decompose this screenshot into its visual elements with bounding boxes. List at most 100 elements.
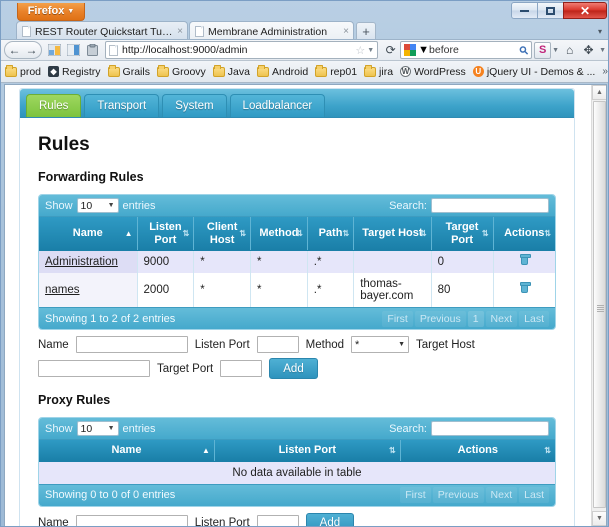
bookmark-label: WordPress [414, 65, 466, 78]
page-previous-button[interactable]: Previous [432, 487, 484, 504]
column-header-actions[interactable]: Actions ⇅ [493, 217, 555, 252]
column-header-target-port[interactable]: Target Port ⇅ [431, 217, 494, 252]
column-header-path[interactable]: Path ⇅ [307, 217, 355, 252]
bookmark-jquery-ui[interactable]: U jQuery UI - Demos & ... [472, 66, 595, 78]
bookmark-wordpress[interactable]: W WordPress [400, 66, 466, 78]
page-last-button[interactable]: Last [519, 310, 549, 327]
scroll-up-icon[interactable]: ▲ [592, 85, 606, 100]
forwarding-page-length-select[interactable]: 10 ▼ [76, 198, 119, 213]
minimize-button[interactable] [511, 2, 538, 19]
forwarding-filter-control: Search: [389, 198, 549, 213]
bookmark-grails[interactable]: Grails [107, 64, 150, 78]
tab-system[interactable]: System [162, 94, 227, 117]
forwarding-rules-heading: Forwarding Rules [38, 170, 144, 184]
column-header-actions[interactable]: Actions ⇅ [400, 440, 555, 462]
firebug-icon[interactable] [45, 41, 64, 60]
bookmark-groovy[interactable]: Groovy [156, 64, 206, 78]
close-button[interactable]: ✕ [563, 2, 607, 19]
bookmarks-overflow-icon[interactable]: » [602, 66, 608, 77]
bookmark-label: Groovy [171, 65, 206, 78]
page-first-button[interactable]: First [382, 310, 413, 327]
proxy-search-input[interactable] [431, 421, 549, 437]
cell-target-host: thomas-bayer.com [353, 273, 432, 308]
stumbleupon-icon[interactable]: S [534, 41, 552, 59]
table-row[interactable]: Administration 9000 * * .* 0 [39, 250, 555, 274]
bookmark-rep01[interactable]: rep01 [315, 64, 357, 78]
forwarding-listen-port-input[interactable] [256, 336, 299, 354]
tab-rules[interactable]: Rules [26, 94, 82, 117]
forwarding-pagination: First Previous 1 Next Last [380, 310, 549, 327]
chevron-down-icon[interactable]: ▼ [599, 47, 606, 54]
column-header-listen-port[interactable]: Listen Port ⇅ [137, 217, 195, 252]
page-previous-button[interactable]: Previous [414, 310, 466, 327]
back-icon[interactable]: ← [6, 43, 23, 57]
cell-method: * [250, 250, 308, 274]
forwarding-table-body: Administration 9000 * * .* 0 names 2000 … [39, 250, 555, 308]
tab-close-icon[interactable]: × [343, 26, 349, 37]
column-header-listen-port[interactable]: Listen Port ⇅ [214, 440, 401, 462]
home-icon[interactable]: ⌂ [560, 41, 579, 60]
chevron-down-icon[interactable]: ▼ [367, 47, 374, 54]
scrollbar-thumb[interactable] [593, 101, 606, 508]
delete-icon[interactable] [519, 282, 531, 294]
bookmark-android[interactable]: Android [256, 64, 308, 78]
page-favicon-icon [195, 26, 204, 37]
column-header-target-host[interactable]: Target Host ⇅ [353, 217, 432, 252]
proxy-pagination: First Previous Next Last [398, 487, 549, 504]
bookmark-prod[interactable]: prod [5, 64, 41, 78]
proxy-add-button[interactable]: Add [305, 512, 355, 526]
forward-icon[interactable]: → [23, 43, 40, 57]
forwarding-search-input[interactable] [431, 198, 549, 213]
page-number-button[interactable]: 1 [467, 310, 484, 327]
search-bar[interactable]: ▼ before ⚲ [400, 41, 533, 59]
bookmark-registry[interactable]: ◆ Registry [48, 66, 101, 78]
proxy-listen-port-input[interactable] [256, 514, 299, 526]
forwarding-method-select[interactable]: * ▼ [351, 336, 410, 354]
plugin-icon[interactable]: ✥ [579, 41, 598, 60]
bookmark-star-icon[interactable]: ☆ [355, 44, 365, 57]
scroll-down-icon[interactable]: ▼ [592, 511, 606, 526]
column-header-method[interactable]: Method ⇅ [250, 217, 308, 252]
delete-icon[interactable] [519, 254, 531, 266]
page-next-button[interactable]: Next [485, 487, 518, 504]
page-scrollbar[interactable]: ▲ ▼ [591, 85, 606, 526]
url-bar[interactable]: http://localhost:9000/admin ☆ ▼ [105, 41, 379, 59]
bookmark-java[interactable]: Java [212, 64, 250, 78]
chevron-down-icon[interactable]: ▼ [418, 44, 429, 56]
folder-icon [107, 64, 120, 77]
proxy-name-input[interactable] [75, 514, 188, 526]
maximize-button[interactable] [537, 2, 564, 19]
forwarding-method-label: Method [305, 338, 345, 351]
forwarding-name-input[interactable] [75, 336, 188, 354]
proxy-table-body: No data available in table [39, 461, 555, 484]
column-header-name[interactable]: Name ▲ [39, 440, 215, 462]
browser-tab-membrane-administration[interactable]: Membrane Administration × [189, 21, 354, 41]
rule-link-administration[interactable]: Administration [45, 256, 118, 268]
forwarding-add-button[interactable]: Add [269, 358, 318, 380]
panel-toggle-icon[interactable] [64, 41, 83, 60]
page-next-button[interactable]: Next [485, 310, 518, 327]
proxy-page-length-select[interactable]: 10 ▼ [76, 421, 119, 437]
table-row-empty: No data available in table [39, 461, 555, 484]
browser-tab-rest-router-quickstart-tutorial[interactable]: REST Router Quickstart Tutorial × [16, 21, 188, 41]
page-last-button[interactable]: Last [519, 487, 549, 504]
reload-button[interactable]: ⟳ [381, 41, 400, 60]
proxy-filter-control: Search: [389, 421, 549, 437]
proxy-rules-table: Name ▲ Listen Port ⇅ Actions ⇅ No data a… [39, 440, 555, 484]
clipboard-icon[interactable] [83, 41, 102, 60]
tab-loadbalancer[interactable]: Loadbalancer [229, 94, 326, 117]
tab-transport[interactable]: Transport [84, 94, 160, 117]
forwarding-target-port-input[interactable] [220, 360, 263, 378]
column-header-client-host[interactable]: Client Host ⇅ [193, 217, 252, 252]
tab-close-icon[interactable]: × [177, 26, 183, 37]
rule-link-names[interactable]: names [45, 284, 80, 296]
forwarding-target-host-input[interactable] [38, 360, 150, 378]
tab-list-chevron-down-icon[interactable]: ▾ [598, 27, 602, 36]
page-first-button[interactable]: First [400, 487, 431, 504]
bookmark-jira[interactable]: jira [364, 64, 393, 78]
column-label: Target Port [445, 221, 479, 246]
column-header-name[interactable]: Name ▲ [39, 217, 138, 252]
sort-both-icon: ⇅ [342, 228, 350, 238]
chevron-down-icon[interactable]: ▼ [552, 47, 559, 54]
table-row[interactable]: names 2000 * * .* thomas-bayer.com 80 [39, 273, 555, 308]
